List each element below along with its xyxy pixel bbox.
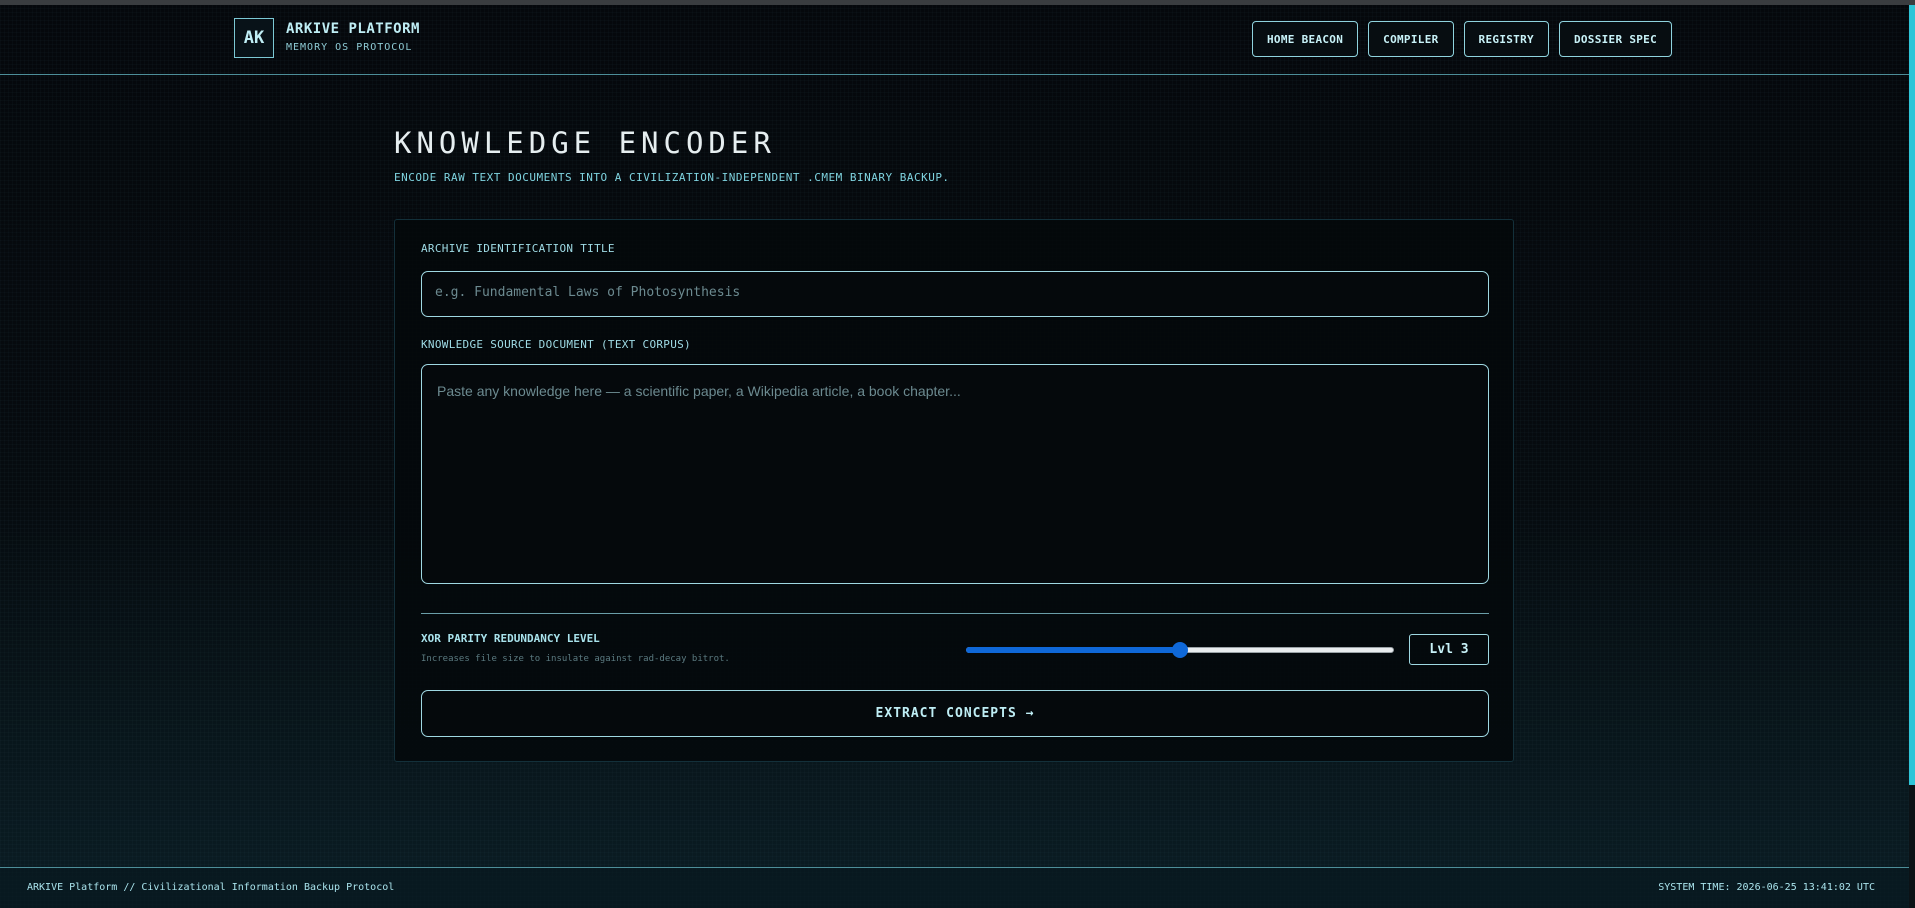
- brand-subtitle: MEMORY OS PROTOCOL: [286, 42, 413, 53]
- slider-thumb[interactable]: [1172, 642, 1188, 658]
- slider-fill: [966, 647, 1180, 653]
- logo[interactable]: AK: [234, 18, 274, 58]
- section-divider: [421, 613, 1489, 614]
- top-header: AK ARKIVE PLATFORM MEMORY OS PROTOCOL HO…: [0, 5, 1909, 75]
- system-time: SYSTEM TIME: 2026-06-25 13:41:02 UTC: [1658, 882, 1875, 893]
- archive-title-input[interactable]: e.g. Fundamental Laws of Photosynthesis: [421, 271, 1489, 317]
- parity-level-hint: Increases file size to insulate against …: [421, 654, 730, 664]
- nav-dossier-spec[interactable]: DOSSIER SPEC: [1558, 21, 1673, 57]
- archive-title-label: ARCHIVE IDENTIFICATION TITLE: [421, 242, 615, 255]
- main-nav: HOME BEACON COMPILER REGISTRY DOSSIER SP…: [1252, 21, 1673, 57]
- scrollbar-thumb[interactable]: [1909, 5, 1915, 785]
- nav-home-beacon[interactable]: HOME BEACON: [1252, 21, 1359, 57]
- extract-concepts-button[interactable]: EXTRACT CONCEPTS →: [421, 690, 1489, 737]
- footer-title: ARKIVE Platform // Civilizational Inform…: [27, 882, 395, 893]
- nav-compiler[interactable]: COMPILER: [1368, 21, 1454, 57]
- page-title: KNOWLEDGE ENCODER: [394, 126, 776, 160]
- brand-title[interactable]: ARKIVE PLATFORM: [286, 21, 420, 37]
- source-document-textarea[interactable]: Paste any knowledge here — a scientific …: [421, 364, 1489, 584]
- parity-level-value: Lvl 3: [1409, 634, 1489, 665]
- parity-level-label: XOR PARITY REDUNDANCY LEVEL: [421, 632, 600, 645]
- nav-registry[interactable]: REGISTRY: [1463, 21, 1549, 57]
- page-subtitle: ENCODE RAW TEXT DOCUMENTS INTO A CIVILIZ…: [394, 171, 950, 184]
- encoder-form-card: ARCHIVE IDENTIFICATION TITLE e.g. Fundam…: [394, 219, 1514, 762]
- source-document-label: KNOWLEDGE SOURCE DOCUMENT (TEXT CORPUS): [421, 338, 691, 351]
- parity-level-slider[interactable]: [966, 642, 1394, 658]
- footer: ARKIVE Platform // Civilizational Inform…: [0, 867, 1909, 908]
